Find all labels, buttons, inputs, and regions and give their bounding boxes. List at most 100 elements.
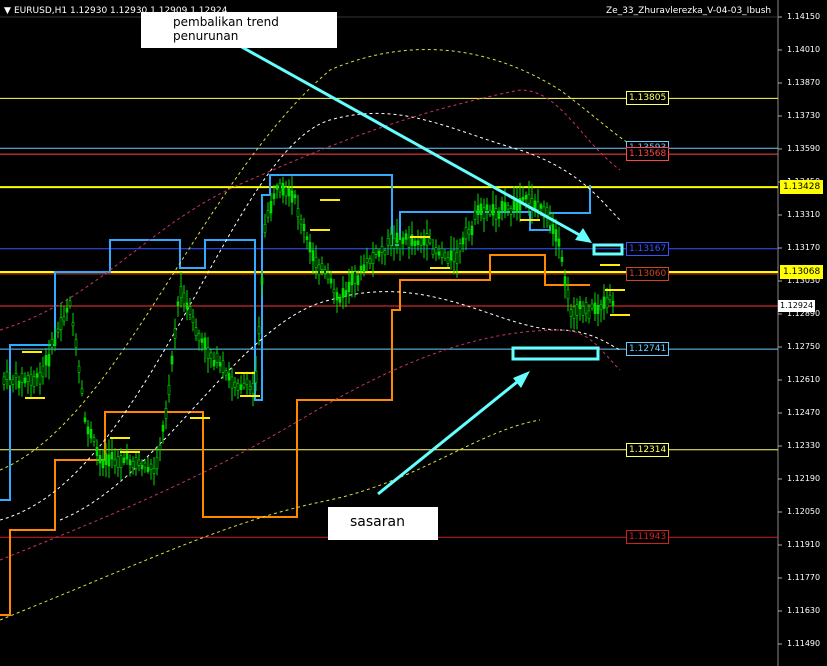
candle-body — [365, 257, 369, 263]
candle-body — [146, 467, 150, 472]
candle-body — [170, 355, 174, 365]
axis-tick-label: 1.12610 — [787, 375, 821, 384]
candle-body — [224, 370, 228, 376]
candle-body — [605, 297, 609, 309]
candle-body — [215, 352, 219, 363]
candle-body — [284, 187, 288, 197]
candle-body — [476, 205, 480, 216]
target-callout[interactable]: sasaran — [328, 507, 438, 540]
candle-body — [290, 190, 294, 203]
candle-body — [506, 205, 510, 210]
candle-body — [65, 307, 69, 313]
candle-body — [17, 380, 21, 389]
candle-body — [197, 333, 201, 342]
candle-body — [47, 354, 51, 367]
candle-body — [371, 252, 375, 264]
axis-tick-label: 1.14010 — [787, 45, 821, 54]
candle-body — [71, 322, 75, 327]
candle-body — [578, 301, 582, 310]
candle-body — [314, 256, 318, 269]
candle-body — [32, 376, 36, 387]
candle-body — [515, 200, 519, 213]
axis-tick-label: 1.11490 — [787, 639, 821, 648]
candle-body — [359, 265, 363, 271]
indicator-curve — [0, 89, 621, 331]
candle-body — [227, 373, 231, 381]
axis-tick-label: 1.11630 — [787, 606, 821, 615]
candle-body — [494, 208, 498, 220]
trend-reversal-callout[interactable]: pembalikan trend penurunan — [141, 12, 337, 48]
candle-body — [545, 206, 549, 216]
candle-body — [242, 382, 246, 388]
upper-envelope-step-line — [0, 174, 591, 501]
candle-body — [485, 204, 489, 211]
candle-body — [254, 370, 258, 384]
candle-body — [452, 249, 456, 262]
candle-body — [449, 250, 453, 261]
candle-body — [434, 247, 438, 254]
candle-body — [356, 275, 360, 285]
indicator-name: Ze_33_Zhuravlerezka_V-04-03_Ibush — [606, 6, 772, 16]
candle-body — [521, 196, 525, 201]
candle-body — [68, 300, 72, 307]
candle-body — [362, 264, 366, 273]
candle-body — [35, 373, 39, 378]
candle-body — [512, 200, 516, 210]
level-label: 1.12314 — [626, 442, 670, 457]
candle-body — [440, 248, 444, 258]
current-price-tag: 1.12924 — [778, 299, 816, 312]
candle-body — [443, 252, 447, 259]
candle-body — [398, 239, 402, 250]
candle-body — [179, 286, 183, 298]
candle-body — [20, 372, 24, 383]
axis-tick-label: 1.14150 — [787, 12, 821, 21]
level-label: 1.13068 — [780, 265, 824, 280]
candle-body — [92, 437, 96, 442]
candle-body — [5, 371, 9, 380]
candle-body — [347, 281, 351, 293]
candle-body — [122, 457, 126, 463]
candle-body — [320, 262, 324, 270]
level-label: 1.13167 — [626, 241, 670, 256]
candle-body — [218, 362, 222, 367]
candle-body — [188, 306, 192, 315]
candle-body — [137, 459, 141, 466]
candle-body — [89, 429, 93, 439]
price-target-box — [511, 346, 600, 361]
candle-body — [95, 446, 99, 456]
candle-body — [455, 252, 459, 264]
candle-body — [596, 305, 600, 314]
candle-body — [308, 241, 312, 253]
candle-body — [59, 317, 63, 330]
price-chart[interactable] — [0, 0, 827, 666]
candle-body — [116, 456, 120, 468]
candle-body — [569, 309, 573, 317]
callout-line-1: pembalikan trend — [173, 15, 279, 29]
candle-body — [575, 304, 579, 316]
candle-body — [599, 304, 603, 311]
candle-body — [566, 288, 570, 300]
candle-body — [77, 365, 81, 373]
axis-tick-label: 1.11770 — [787, 573, 821, 582]
candle-body — [353, 271, 357, 284]
candle-body — [236, 382, 240, 391]
candle-body — [185, 302, 189, 310]
candle-body — [158, 444, 162, 450]
candle-body — [458, 243, 462, 252]
level-label: 1.11943 — [626, 530, 670, 545]
candle-body — [386, 238, 390, 246]
candle-body — [374, 248, 378, 255]
candle-body — [113, 458, 117, 467]
candle-body — [2, 376, 6, 385]
candle-body — [272, 193, 276, 200]
candle-body — [104, 453, 108, 465]
candle-body — [44, 355, 48, 366]
candle-body — [176, 301, 180, 306]
candle-body — [155, 456, 159, 470]
candle-body — [503, 202, 507, 212]
candle-body — [56, 328, 60, 333]
candle-body — [53, 338, 57, 346]
candle-body — [422, 237, 426, 246]
candle-body — [83, 417, 87, 423]
candle-body — [182, 292, 186, 305]
